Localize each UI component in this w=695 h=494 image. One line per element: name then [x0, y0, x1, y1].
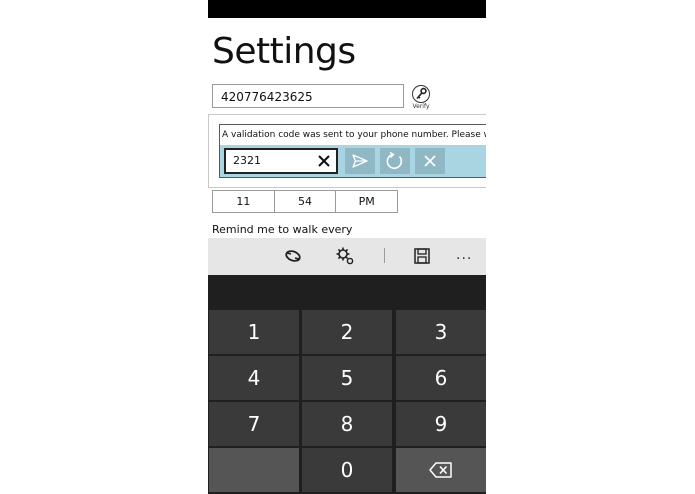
key-7[interactable]: 7	[209, 402, 299, 446]
key-5[interactable]: 5	[302, 356, 392, 400]
verify-label: Verify	[412, 103, 430, 110]
resend-button[interactable]	[380, 148, 410, 174]
key-3[interactable]: 3	[396, 310, 486, 354]
phone-number-input[interactable]: 420776423625	[212, 84, 404, 108]
key-backspace[interactable]	[396, 448, 486, 492]
settings-button[interactable]	[334, 245, 356, 267]
phone-screen: Settings 420776423625 Verify A validatio…	[208, 0, 486, 494]
app-bar: ...	[208, 238, 486, 275]
save-icon	[414, 248, 430, 264]
key-9[interactable]: 9	[396, 402, 486, 446]
key-icon	[412, 85, 430, 103]
validation-message: A validation code was sent to your phone…	[222, 130, 486, 140]
key-2[interactable]: 2	[302, 310, 392, 354]
close-icon	[424, 155, 436, 167]
backspace-icon	[429, 462, 452, 478]
key-8[interactable]: 8	[302, 402, 392, 446]
clear-icon[interactable]	[316, 152, 332, 170]
time-minute[interactable]: 54	[275, 191, 337, 212]
validation-code-bar: 2321	[220, 145, 486, 177]
key-blank	[209, 448, 299, 492]
send-icon	[352, 154, 368, 168]
key-4[interactable]: 4	[209, 356, 299, 400]
verify-button[interactable]: Verify	[410, 84, 432, 110]
numeric-keyboard: 1 2 3 4 5 6 7 8 9 0	[208, 275, 486, 494]
settings-icon	[336, 247, 354, 265]
key-1[interactable]: 1	[209, 310, 299, 354]
status-bar	[208, 0, 486, 18]
sync-button[interactable]	[282, 245, 304, 267]
validation-dialog: A validation code was sent to your phone…	[219, 124, 486, 178]
appbar-separator	[384, 248, 385, 263]
send-button[interactable]	[345, 148, 375, 174]
sync-icon	[285, 250, 301, 262]
validation-code-value: 2321	[233, 154, 261, 167]
cancel-button[interactable]	[415, 148, 445, 174]
time-picker[interactable]: 11 54 PM	[212, 190, 398, 213]
page-title: Settings	[212, 31, 356, 72]
more-button[interactable]: ...	[456, 245, 472, 265]
remind-label: Remind me to walk every	[212, 223, 353, 236]
validation-code-input[interactable]: 2321	[224, 148, 338, 174]
key-0[interactable]: 0	[302, 448, 392, 492]
key-6[interactable]: 6	[396, 356, 486, 400]
refresh-icon	[386, 151, 403, 169]
validation-panel: A validation code was sent to your phone…	[208, 114, 486, 188]
time-hour[interactable]: 11	[213, 191, 275, 212]
time-period[interactable]: PM	[336, 191, 397, 212]
save-button[interactable]	[411, 245, 433, 267]
